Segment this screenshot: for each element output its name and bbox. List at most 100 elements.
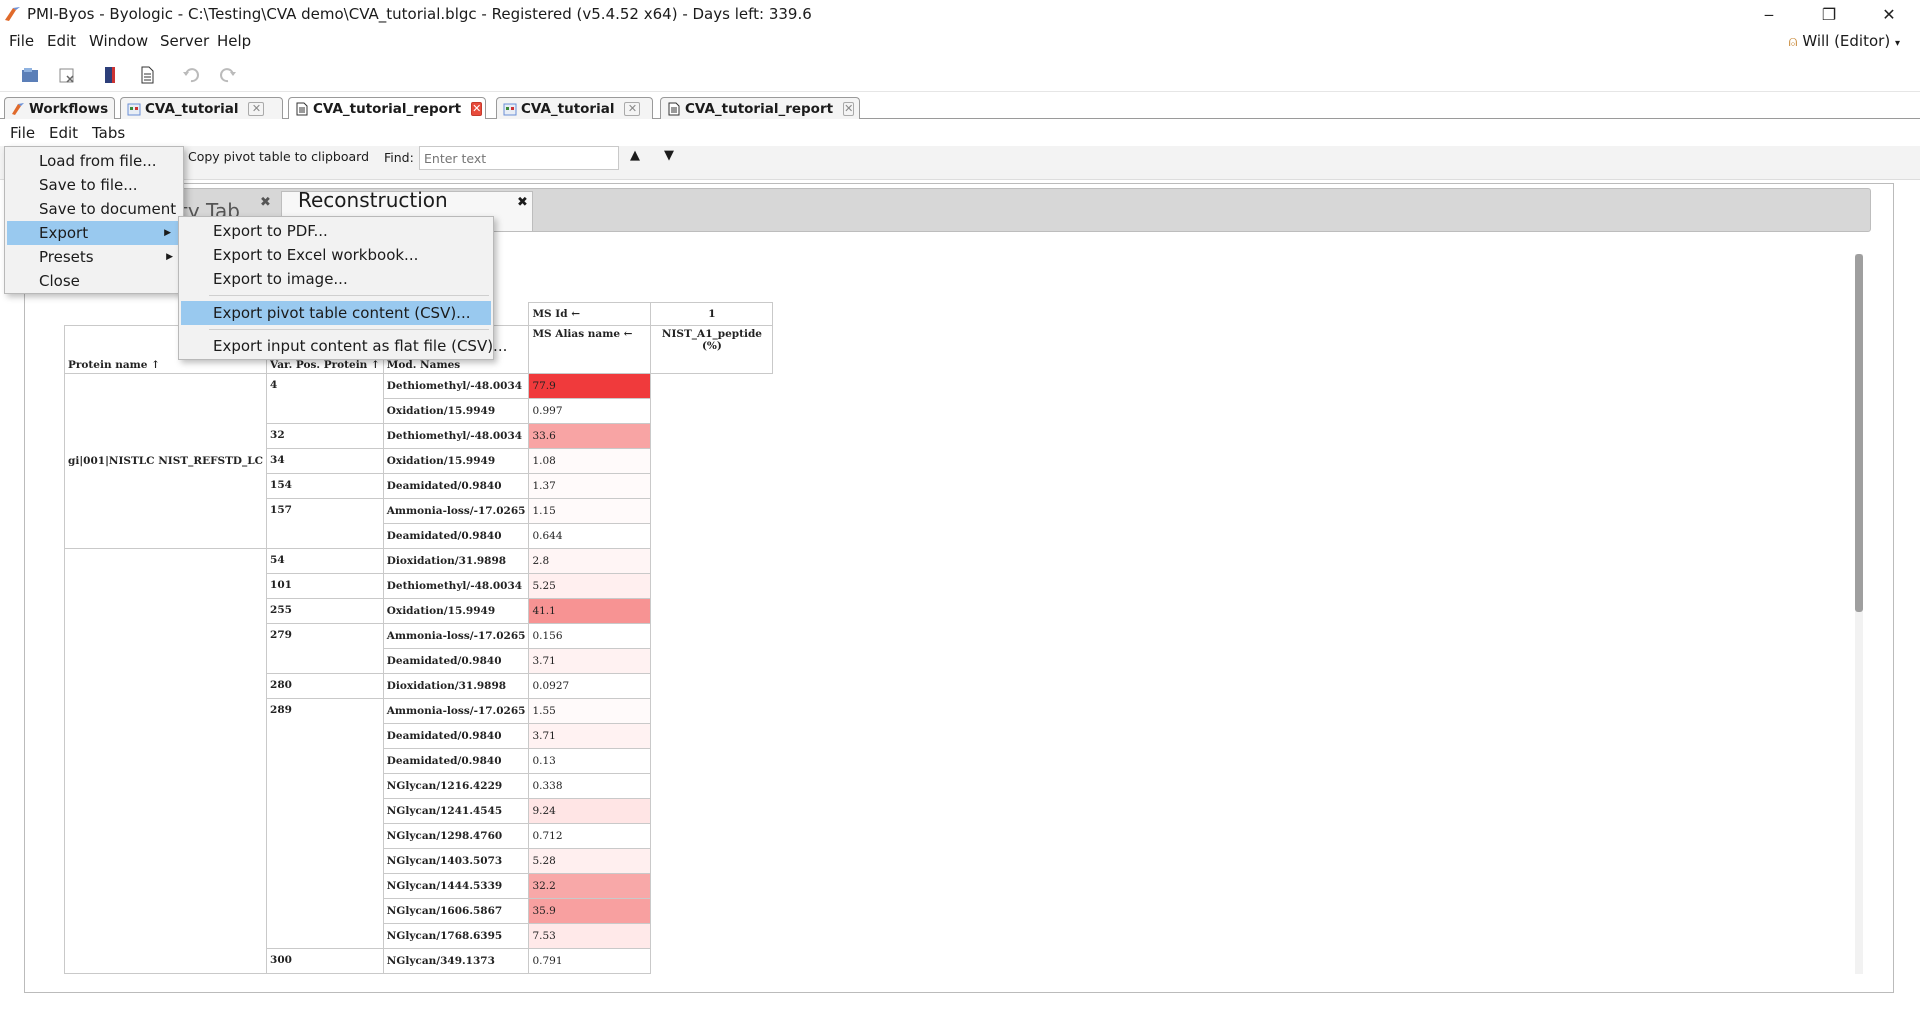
close-tab-icon[interactable]: ✕ (248, 101, 265, 116)
tab-workflows[interactable]: Workflows (4, 97, 115, 119)
var-pos-cell: 32 (266, 423, 384, 449)
menu-window[interactable]: Window (89, 32, 148, 50)
tab-cva-tutorial-report-2[interactable]: CVA_tutorial_report ✕ (660, 97, 860, 119)
report-menubar: File Edit Tabs (0, 121, 1920, 145)
user-icon: ⍝ (1788, 32, 1798, 50)
find-input[interactable] (419, 146, 619, 170)
user-menu[interactable]: ⍝ Will (Editor) ▾ (1789, 32, 1900, 50)
tab-label: CVA_tutorial (145, 100, 239, 117)
menu-edit[interactable]: Edit (47, 32, 76, 50)
close-tab-icon[interactable]: ✖ (260, 195, 271, 210)
report-icon (668, 102, 680, 116)
mod-name-cell: Oxidation/15.9949 (382, 398, 530, 424)
mod-name-cell: Dethiomethyl/-48.0034 (382, 423, 530, 449)
value-cell: 0.338 (528, 773, 652, 799)
value-cell: 7.53 (528, 923, 652, 949)
protein-name-cell (63, 548, 268, 974)
tab-cva-tutorial-2[interactable]: CVA_tutorial ✕ (496, 97, 653, 119)
ms-id-value: 1 (650, 302, 774, 326)
mod-name-cell: Oxidation/15.9949 (382, 598, 530, 624)
value-cell: 0.712 (528, 823, 652, 849)
submenu-arrow-icon: ▶ (166, 252, 173, 262)
document-icon[interactable] (138, 66, 156, 84)
value-cell: 0.997 (528, 398, 652, 424)
var-pos-cell: 54 (266, 548, 384, 574)
menu-item-export-pivot-csv[interactable]: Export pivot table content (CSV)... (181, 301, 491, 325)
close-tab-icon[interactable]: ✖ (517, 195, 528, 210)
pivot-table: MS Id ← 1 Protein name ↑ Var. Pos. Protein … (63, 302, 774, 974)
close-tab-icon[interactable]: ✕ (624, 101, 641, 116)
tab-label: Workflows (29, 100, 109, 117)
close-window-button[interactable]: ✕ (1866, 0, 1912, 28)
submenu-arrow-icon: ▶ (164, 228, 171, 238)
menu-item-label: Export (39, 224, 89, 242)
redo-icon[interactable] (219, 66, 237, 84)
scrollbar-thumb[interactable] (1855, 254, 1863, 612)
value-cell: 0.156 (528, 623, 652, 649)
table-row: 54 Dioxidation/31.9898 2.8 (63, 548, 773, 974)
user-name: Will (Editor) (1802, 32, 1891, 50)
menu-file[interactable]: File (9, 32, 34, 50)
report-icon (296, 102, 308, 116)
tab-cva-tutorial-1[interactable]: CVA_tutorial ✕ (120, 97, 283, 119)
value-cell: 0.644 (528, 523, 652, 549)
menu-server[interactable]: Server (160, 32, 209, 50)
mod-name-cell: NGlycan/1216.4229 (382, 773, 530, 799)
menu-item-export-pdf[interactable]: Export to PDF... (179, 219, 493, 243)
main-toolbar (0, 58, 1920, 92)
close-file-icon[interactable] (58, 66, 76, 84)
value-cell: 1.08 (528, 448, 652, 474)
value-cell: 41.1 (528, 598, 652, 624)
menu-item-export-excel[interactable]: Export to Excel workbook... (179, 243, 493, 267)
table-row: gi|001|NISTLC NIST_REFSTD_LC 4 Dethiomethy… (63, 373, 773, 549)
report-menu-tabs[interactable]: Tabs (92, 124, 125, 142)
var-pos-cell: 154 (266, 473, 384, 499)
close-tab-icon[interactable]: ✕ (843, 101, 855, 116)
var-pos-cell: 289 (266, 698, 384, 949)
export-submenu: Export to PDF... Export to Excel workboo… (178, 216, 507, 360)
mod-name-cell: Dioxidation/31.9898 (382, 548, 530, 574)
menu-help[interactable]: Help (217, 32, 251, 50)
open-folder-icon[interactable] (21, 66, 39, 84)
menu-item-save-to-document[interactable]: Save to document (5, 197, 183, 221)
undo-icon[interactable] (182, 66, 200, 84)
mod-name-cell: NGlycan/1606.5867 (382, 898, 530, 924)
copy-pivot-button[interactable]: Copy pivot table to clipboard (188, 149, 369, 164)
menu-item-export[interactable]: Export ▶ (7, 221, 181, 245)
restore-button[interactable]: ❐ (1806, 0, 1852, 28)
mod-name-cell: NGlycan/1444.5339 (382, 873, 530, 899)
menu-item-save-to-file[interactable]: Save to file... (5, 173, 183, 197)
ms-alias-label: MS Alias name ← (528, 325, 652, 374)
file-dropdown-menu: Load from file... Save to file... Save t… (4, 146, 184, 294)
menu-item-export-flat-csv[interactable]: Export input content as flat file (CSV).… (179, 334, 507, 358)
menu-separator (209, 295, 489, 296)
value-cell: 33.6 (528, 423, 652, 449)
close-tab-icon[interactable]: ✕ (471, 101, 483, 116)
find-previous-icon[interactable]: ▲ (630, 148, 640, 163)
chevron-down-icon: ▾ (1894, 38, 1900, 49)
var-pos-cell: 157 (266, 498, 384, 549)
minimize-button[interactable]: ‒ (1746, 0, 1792, 28)
tab-label: CVA_tutorial_report (313, 100, 462, 117)
find-next-icon[interactable]: ▼ (664, 148, 674, 163)
value-cell: 0.13 (528, 748, 652, 774)
menu-item-presets[interactable]: Presets ▶ (5, 245, 183, 269)
report-menu-edit[interactable]: Edit (49, 124, 78, 142)
ms-alias-value: NIST_A1_peptide (%) (650, 325, 774, 374)
menu-item-load-from-file[interactable]: Load from file... (5, 149, 183, 173)
protein-name-cell: gi|001|NISTLC NIST_REFSTD_LC (63, 373, 268, 549)
var-pos-cell: 280 (266, 673, 384, 699)
var-pos-cell: 279 (266, 623, 384, 674)
var-pos-cell: 34 (266, 448, 384, 474)
mod-name-cell: Dioxidation/31.9898 (382, 673, 530, 699)
mod-name-cell: Deamidated/0.9840 (382, 473, 530, 499)
menu-item-close[interactable]: Close (5, 269, 183, 293)
app-window: PMI-Byos - Byologic - C:\Testing\CVA dem… (0, 0, 1920, 1010)
tab-cva-tutorial-report-1[interactable]: CVA_tutorial_report ✕ (288, 97, 486, 119)
menu-item-export-image[interactable]: Export to image... (179, 267, 493, 291)
book-icon[interactable] (101, 66, 119, 84)
mod-name-cell: Deamidated/0.9840 (382, 723, 530, 749)
var-pos-cell: 101 (266, 573, 384, 599)
report-menu-file[interactable]: File (10, 124, 35, 142)
value-cell: 9.24 (528, 798, 652, 824)
